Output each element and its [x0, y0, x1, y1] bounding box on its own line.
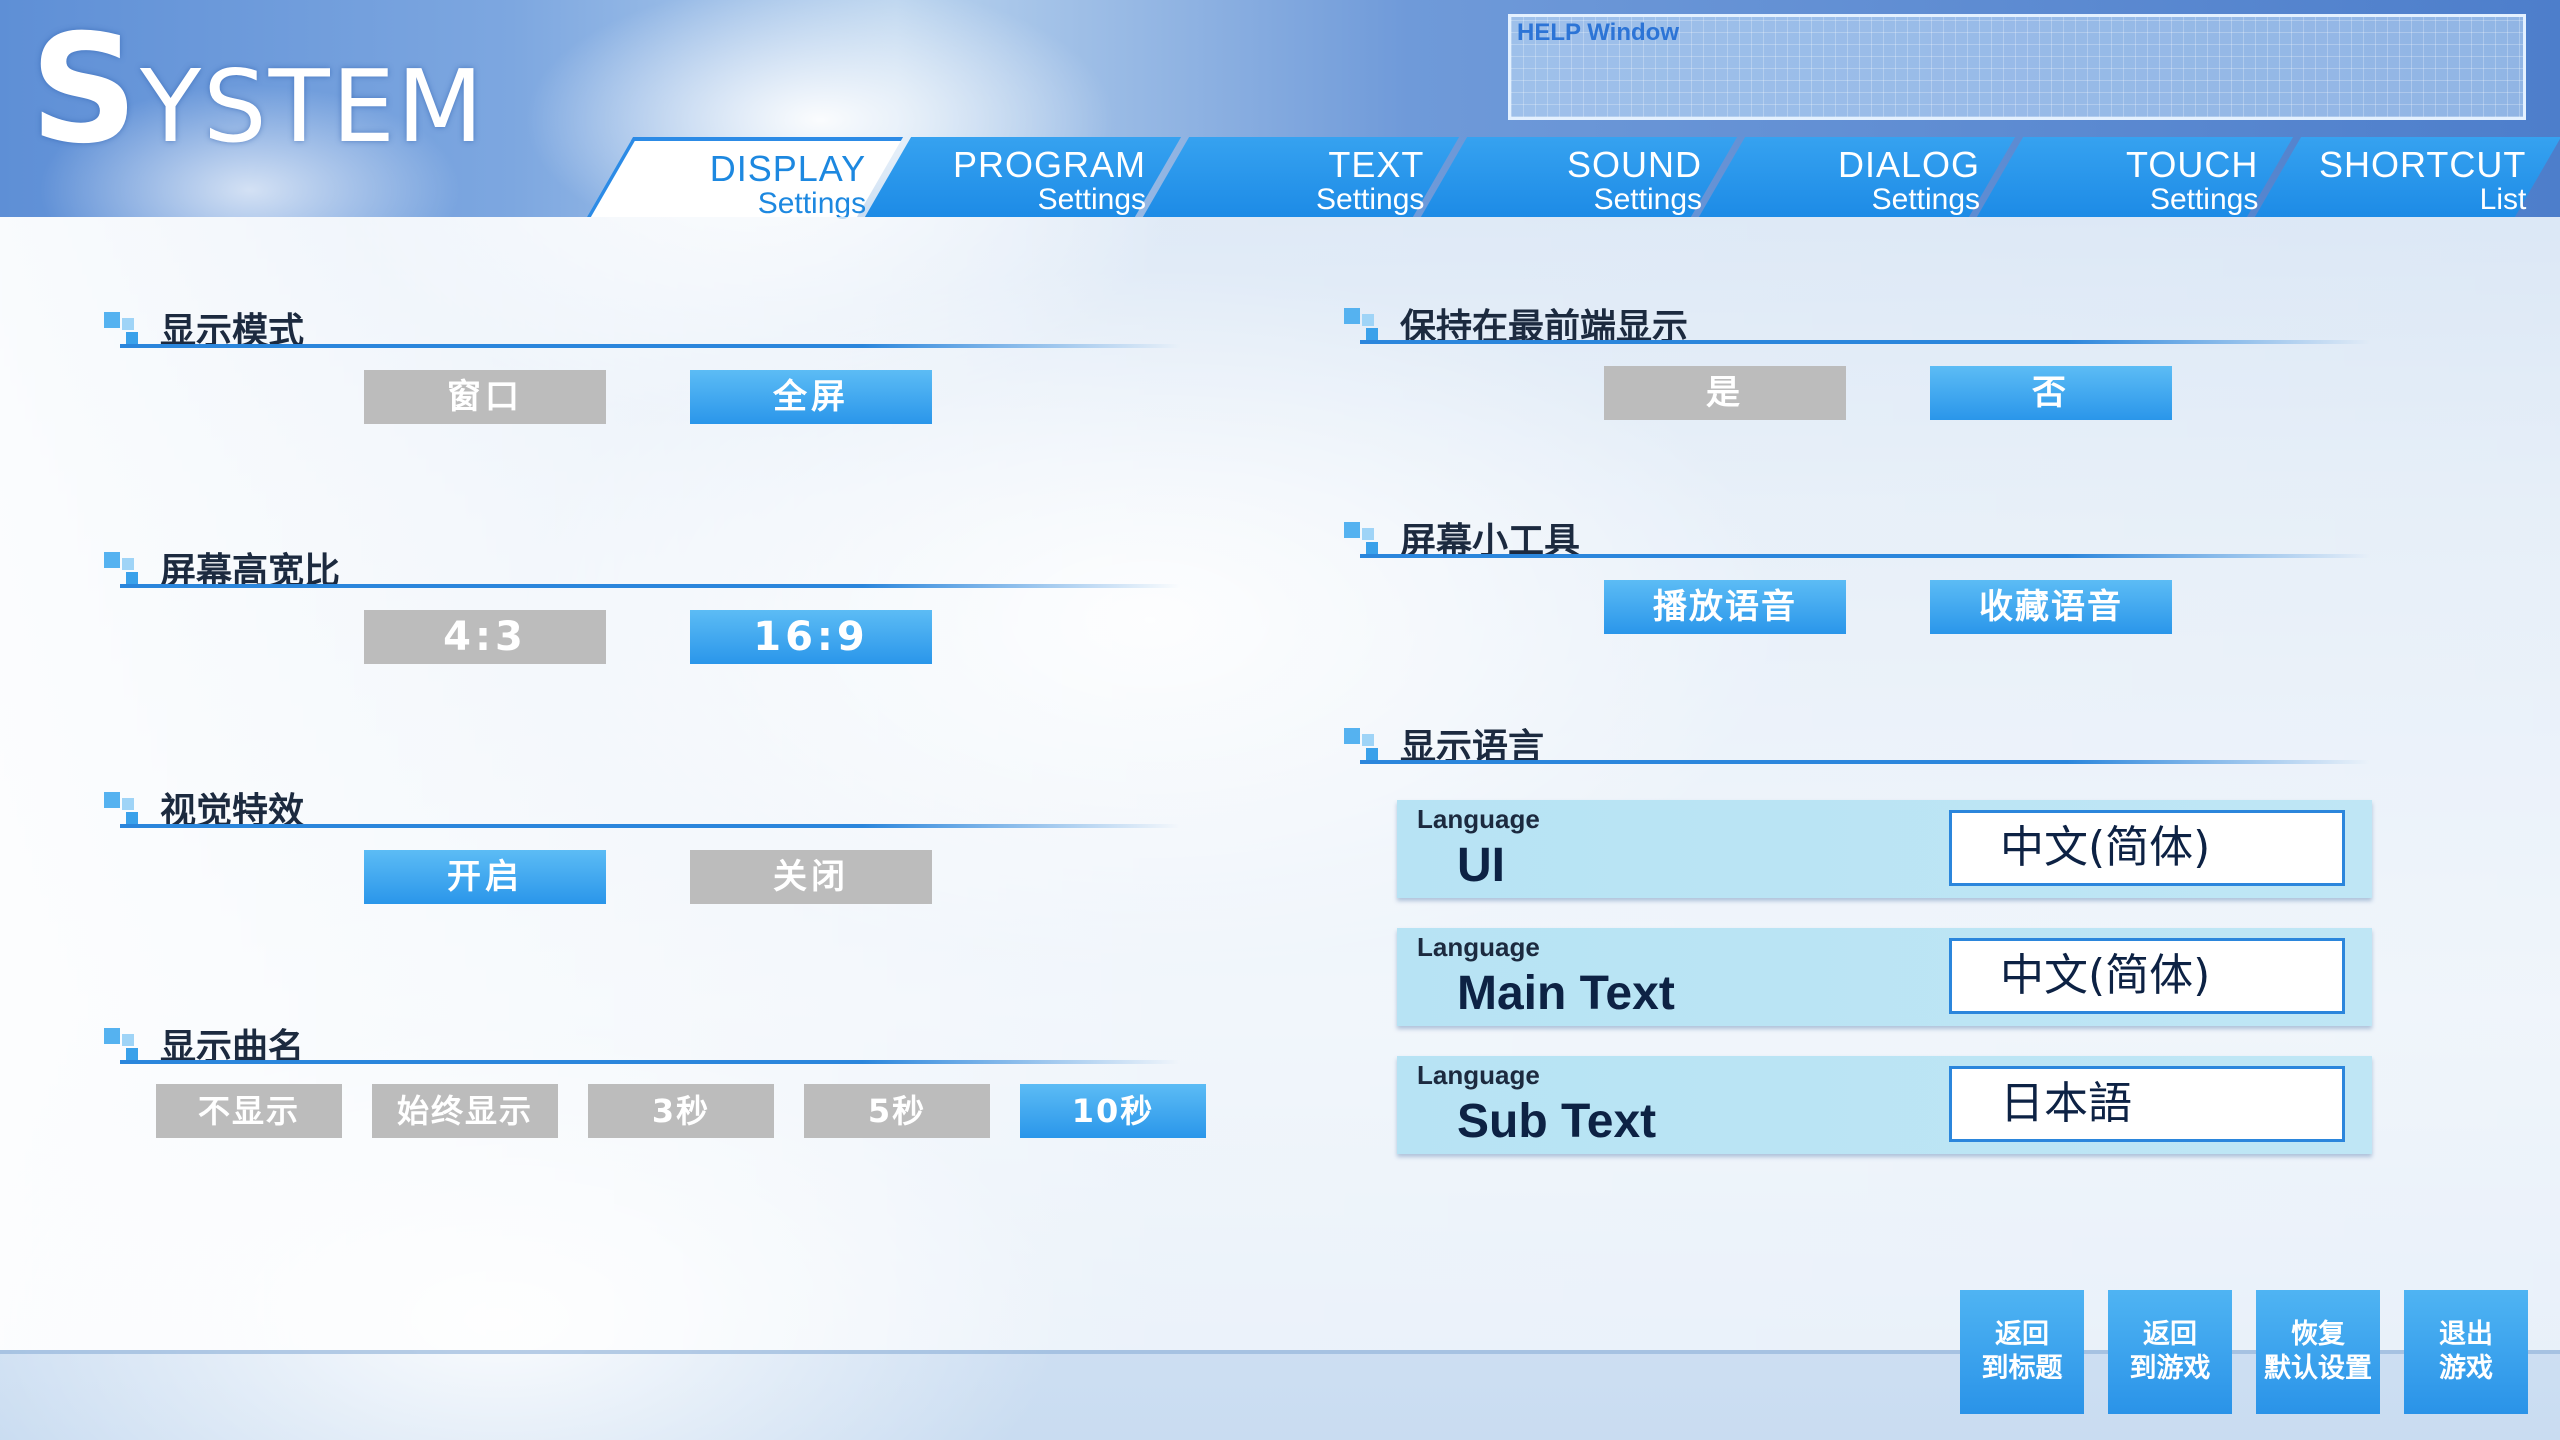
button-label-line1: 返回 — [2143, 1319, 2197, 1350]
title-initial: S — [30, 3, 141, 177]
section-bullet-icon — [1362, 314, 1374, 326]
header-bar: SYSTEM HELP Window DISPLAY Settings PROGR… — [0, 0, 2560, 220]
option-16-9[interactable]: 16:9 — [690, 610, 932, 664]
section-divider — [120, 344, 1180, 348]
quit-game-button[interactable]: 退出 游戏 — [2404, 1290, 2528, 1414]
tab-text[interactable]: TEXT Settings — [1142, 137, 1460, 217]
language-main-text-select[interactable]: 中文(简体) — [1949, 938, 2345, 1014]
language-row-name: Sub Text — [1457, 1095, 1657, 1148]
tab-sublabel: Settings — [1037, 183, 1146, 216]
option-song-hide[interactable]: 不显示 — [156, 1084, 342, 1138]
help-window-title: HELP Window — [1517, 19, 1679, 46]
tab-label: SOUND — [1566, 144, 1702, 185]
section-bullet-icon — [126, 812, 138, 824]
button-label-line2: 到游戏 — [2129, 1353, 2211, 1384]
language-row-name: Main Text — [1457, 967, 1675, 1020]
system-screen: SYSTEM HELP Window DISPLAY Settings PROGR… — [0, 0, 2560, 1440]
option-window[interactable]: 窗口 — [364, 370, 606, 424]
widget-play-voice-button[interactable]: 播放语音 — [1604, 580, 1846, 634]
section-bullet-icon — [1344, 308, 1360, 324]
widget-favorite-voice-button[interactable]: 收藏语音 — [1930, 580, 2172, 634]
section-divider — [120, 584, 1180, 588]
page-title: SYSTEM — [30, 10, 485, 187]
language-row-label: Language — [1417, 804, 1540, 834]
section-bullet-icon — [104, 312, 120, 328]
tab-touch[interactable]: TOUCH Settings — [1976, 137, 2294, 217]
section-divider — [1360, 554, 2370, 558]
tab-sublabel: Settings — [757, 187, 866, 220]
tab-shortcut[interactable]: SHORTCUT List — [2254, 137, 2560, 217]
language-row-name: UI — [1457, 839, 1505, 892]
button-label-line1: 恢复 — [2291, 1319, 2345, 1350]
section-bullet-icon — [1366, 748, 1378, 760]
tab-sublabel: Settings — [1871, 183, 1980, 216]
section-bullet-icon — [122, 558, 134, 570]
language-row-main-text: Language Main Text 中文(简体) — [1397, 928, 2372, 1026]
section-bullet-icon — [1344, 728, 1360, 744]
section-bullet-icon — [126, 332, 138, 344]
section-bullet-icon — [1344, 522, 1360, 538]
button-label-line1: 返回 — [1995, 1319, 2049, 1350]
tab-display[interactable]: DISPLAY Settings — [586, 137, 904, 220]
return-to-title-button[interactable]: 返回 到标题 — [1960, 1290, 2084, 1414]
section-bullet-icon — [1362, 734, 1374, 746]
tab-dialog[interactable]: DIALOG Settings — [1698, 137, 2016, 217]
section-bullet-icon — [104, 792, 120, 808]
button-label-line2: 到标题 — [1981, 1353, 2063, 1384]
section-bullet-icon — [1366, 328, 1378, 340]
title-rest: YSTEM — [140, 48, 486, 165]
section-bullet-icon — [104, 552, 120, 568]
tab-label: PROGRAM — [952, 144, 1146, 185]
option-song-10s[interactable]: 10秒 — [1020, 1084, 1206, 1138]
option-effects-on[interactable]: 开启 — [364, 850, 606, 904]
option-on-top-yes[interactable]: 是 — [1604, 366, 1846, 420]
section-divider — [120, 824, 1180, 828]
button-label-line1: 退出 — [2439, 1319, 2493, 1350]
option-song-3s[interactable]: 3秒 — [588, 1084, 774, 1138]
section-bullet-icon — [1362, 528, 1374, 540]
language-ui-select[interactable]: 中文(简体) — [1949, 810, 2345, 886]
section-bullet-icon — [122, 798, 134, 810]
option-fullscreen[interactable]: 全屏 — [690, 370, 932, 424]
option-song-always[interactable]: 始终显示 — [372, 1084, 558, 1138]
tab-sublabel: Settings — [2149, 183, 2258, 216]
language-row-sub-text: Language Sub Text 日本語 — [1397, 1056, 2372, 1154]
tab-sublabel: Settings — [1315, 183, 1424, 216]
section-bullet-icon — [122, 318, 134, 330]
tab-label: TOUCH — [2125, 144, 2258, 185]
language-row-ui: Language UI 中文(简体) — [1397, 800, 2372, 898]
tab-program[interactable]: PROGRAM Settings — [864, 137, 1182, 217]
option-effects-off[interactable]: 关闭 — [690, 850, 932, 904]
option-song-5s[interactable]: 5秒 — [804, 1084, 990, 1138]
option-4-3[interactable]: 4:3 — [364, 610, 606, 664]
button-label-line2: 游戏 — [2439, 1353, 2493, 1384]
tab-label: DIALOG — [1837, 144, 1980, 185]
section-divider — [120, 1060, 1180, 1064]
section-bullet-icon — [104, 1028, 120, 1044]
section-divider — [1360, 760, 2370, 764]
language-row-label: Language — [1417, 932, 1540, 962]
section-bullet-icon — [126, 572, 138, 584]
tab-sound[interactable]: SOUND Settings — [1420, 137, 1738, 217]
tab-sublabel: List — [2479, 183, 2526, 216]
section-divider — [1360, 340, 2370, 344]
button-label-line2: 默认设置 — [2264, 1353, 2372, 1384]
return-to-game-button[interactable]: 返回 到游戏 — [2108, 1290, 2232, 1414]
tab-label: SHORTCUT — [2318, 144, 2526, 185]
option-on-top-no[interactable]: 否 — [1930, 366, 2172, 420]
tab-label: DISPLAY — [709, 148, 866, 189]
language-sub-text-select[interactable]: 日本語 — [1949, 1066, 2345, 1142]
language-row-label: Language — [1417, 1060, 1540, 1090]
tab-label: TEXT — [1327, 144, 1424, 185]
help-window: HELP Window — [1508, 14, 2526, 120]
restore-defaults-button[interactable]: 恢复 默认设置 — [2256, 1290, 2380, 1414]
section-bullet-icon — [126, 1048, 138, 1060]
section-bullet-icon — [122, 1034, 134, 1046]
section-bullet-icon — [1366, 542, 1378, 554]
tab-sublabel: Settings — [1593, 183, 1702, 216]
